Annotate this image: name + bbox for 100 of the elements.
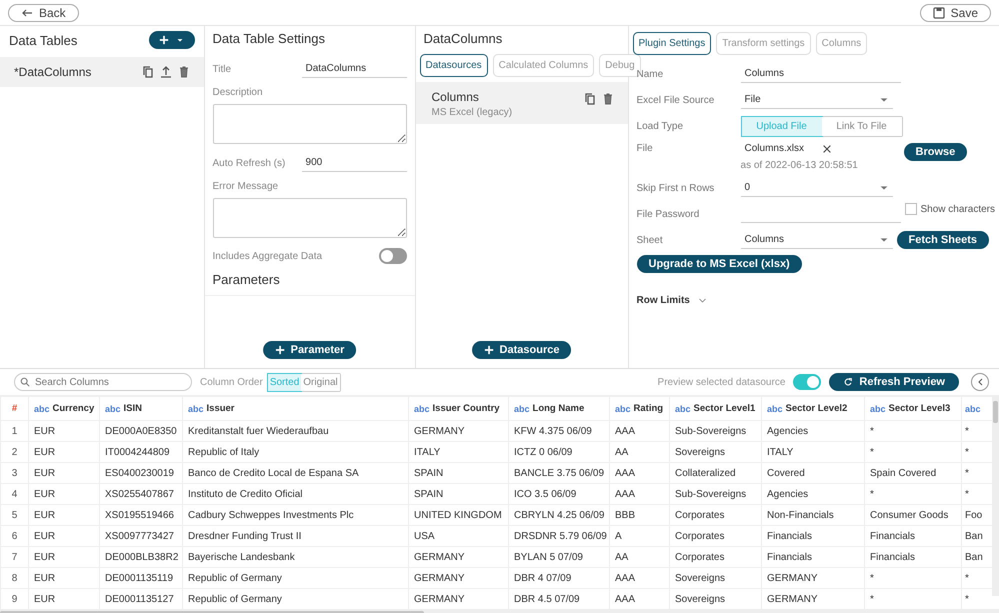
- checkbox-label: Show characters: [920, 204, 995, 214]
- table-cell: CBRYLN 4.25 06/09: [508, 504, 610, 526]
- close-icon: [822, 144, 832, 154]
- save-button[interactable]: Save: [920, 4, 991, 22]
- item-name: *DataColumns: [14, 65, 92, 79]
- add-datasource-button[interactable]: Datasource: [472, 341, 572, 359]
- add-menu-button[interactable]: [148, 31, 195, 49]
- table-cell: Banco de Credito Local de Espana SA: [182, 462, 408, 484]
- segment-option[interactable]: Link To File: [822, 116, 902, 136]
- panel-title: Data Tables: [9, 32, 78, 48]
- search-field[interactable]: Search Columns: [14, 373, 192, 391]
- table-cell: GERMANY: [408, 568, 508, 588]
- column-header[interactable]: abc Long Name: [508, 396, 610, 420]
- column-header[interactable]: abc Rating: [610, 396, 670, 420]
- table-cell: AAA: [610, 462, 670, 484]
- text-area[interactable]: [212, 198, 407, 238]
- table-cell: ITALY: [762, 442, 864, 462]
- input-field[interactable]: DataColumns: [302, 60, 407, 78]
- chevron-left-icon: [976, 377, 984, 387]
- table-cell: Sub-Sovereigns: [670, 484, 762, 504]
- table-cell: SPAIN: [408, 462, 508, 484]
- upgrade-button[interactable]: Upgrade to MS Excel (xlsx): [636, 255, 802, 273]
- table-cell: XS0255407867: [100, 484, 182, 504]
- chevron-down-icon: [698, 296, 707, 305]
- preview-label: Preview selected datasource: [658, 376, 786, 388]
- row-number: 3: [0, 462, 28, 484]
- back-button[interactable]: Back: [8, 4, 79, 22]
- add-parameter-button[interactable]: Parameter: [262, 341, 356, 359]
- field-label: Excel File Source: [636, 94, 716, 106]
- row-number: 7: [0, 546, 28, 568]
- table-cell: Corporates: [670, 504, 762, 526]
- tab[interactable]: Datasources: [420, 54, 488, 77]
- table-cell: AA: [610, 546, 670, 568]
- table-cell: AAA: [610, 568, 670, 588]
- toggle-switch[interactable]: [793, 374, 822, 390]
- table-cell: Sovereigns: [670, 568, 762, 588]
- search-icon: [20, 377, 30, 387]
- input-field[interactable]: Columns: [740, 65, 901, 83]
- table-cell: Corporates: [670, 526, 762, 546]
- arrow-left-icon: [21, 6, 33, 18]
- table-cell: GERMANY: [762, 568, 864, 588]
- collapse-button[interactable]: [971, 373, 989, 391]
- table-cell: DRSDNR 5.79 06/09: [508, 526, 610, 546]
- table-cell: *: [864, 568, 962, 588]
- segment-option[interactable]: Original: [301, 374, 340, 390]
- column-header[interactable]: abc Currency: [28, 396, 100, 420]
- plus-icon: [484, 345, 494, 355]
- plus-icon: [274, 345, 285, 355]
- field-label: Load Type: [636, 120, 684, 132]
- text-area[interactable]: [212, 104, 407, 144]
- field-label: Title: [212, 64, 232, 74]
- item-name: Columns: [432, 90, 480, 104]
- section-title: Parameters: [212, 272, 281, 289]
- table-list-item[interactable]: *DataColumns: [0, 57, 204, 87]
- table-cell: Instituto de Credito Oficial: [182, 484, 408, 504]
- input-field[interactable]: 900: [302, 154, 407, 172]
- table-cell: GERMANY: [408, 420, 508, 442]
- table-cell: Covered: [762, 462, 864, 484]
- column-header[interactable]: abc Issuer: [182, 396, 408, 420]
- refresh-icon: [843, 377, 854, 387]
- column-header[interactable]: abc Sector Level1: [670, 396, 762, 420]
- browse-button[interactable]: Browse: [904, 143, 968, 161]
- table-cell: DE0001135119: [100, 568, 182, 588]
- table-cell: ICTZ 0 06/09: [508, 442, 610, 462]
- table-cell: AAA: [610, 420, 670, 442]
- item-type: MS Excel (legacy): [432, 107, 512, 118]
- column-header[interactable]: abc Issuer Country: [408, 396, 508, 420]
- table-cell: BYLAN 5 07/09: [508, 546, 610, 568]
- dropdown[interactable]: Columns: [740, 231, 893, 249]
- field-label: File Password: [636, 208, 700, 220]
- table-cell: EUR: [28, 442, 100, 462]
- column-header[interactable]: abc Sector Level2: [762, 396, 864, 420]
- table-cell: Corporates: [670, 546, 762, 568]
- field-label: Description: [212, 87, 263, 98]
- table-cell: ES0400230019: [100, 462, 182, 484]
- refresh-preview-button[interactable]: Refresh Preview: [829, 373, 959, 391]
- table-cell: Financials: [762, 526, 864, 546]
- table-cell: XS0097773427: [100, 526, 182, 546]
- table-cell: USA: [408, 526, 508, 546]
- dropdown[interactable]: File: [740, 91, 893, 109]
- fetch-sheets-button[interactable]: Fetch Sheets: [896, 231, 989, 249]
- scrollbar[interactable]: [992, 396, 999, 596]
- row-number: 5: [0, 504, 28, 526]
- dropdown[interactable]: 0: [740, 179, 893, 197]
- field-label: Error Message: [212, 181, 278, 192]
- table-cell: Cadbury Schweppes Investments Plc: [182, 504, 408, 526]
- field-label: Skip First n Rows: [636, 182, 716, 194]
- tab[interactable]: Plugin Settings: [632, 32, 712, 55]
- table-cell: DE000BLB38R2: [100, 546, 182, 568]
- table-cell: *: [864, 484, 962, 504]
- table-cell: GERMANY: [408, 546, 508, 568]
- toggle-switch[interactable]: [378, 248, 407, 264]
- table-cell: BBB: [610, 504, 670, 526]
- column-header[interactable]: abc ISIN: [100, 396, 182, 420]
- table-cell: Bayerische Landesbank: [182, 546, 408, 568]
- column-header[interactable]: abc Sector Level3: [864, 396, 962, 420]
- table-cell: EUR: [28, 420, 100, 442]
- table-cell: EUR: [28, 526, 100, 546]
- datasource-item[interactable]: Columns MS Excel (legacy): [416, 82, 628, 124]
- checkbox[interactable]: [904, 203, 917, 215]
